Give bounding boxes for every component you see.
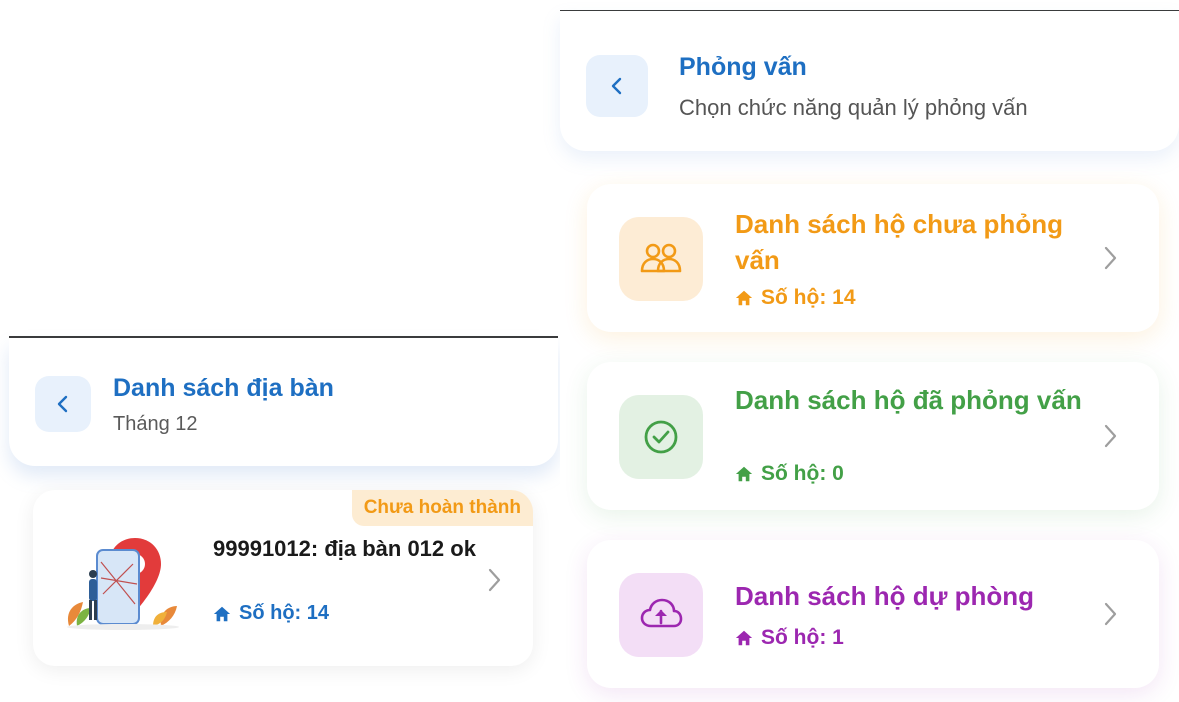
household-count-label: Số hộ: 14 (239, 602, 330, 624)
status-badge: Chưa hoàn thành (351, 490, 533, 526)
menu-label: Danh sách hộ chưa phỏng vấn (735, 209, 1063, 275)
area-list-header: Danh sách địa bàn Tháng 12 (9, 338, 558, 466)
menu-label: Danh sách hộ dự phòng (735, 581, 1035, 611)
area-name: 99991012: địa bàn 012 ok (213, 536, 476, 561)
chevron-right-icon (1104, 602, 1117, 626)
page-title: Phỏng vấn (679, 53, 807, 81)
household-count: Số hộ: 14 (735, 286, 856, 310)
users-icon (640, 243, 682, 273)
menu-item-interviewed[interactable]: Danh sách hộ đã phỏng vấn Số hộ: 0 (587, 362, 1159, 510)
home-icon (735, 630, 753, 646)
household-count-label: Số hộ: 14 (761, 286, 856, 309)
menu-item-not-interviewed[interactable]: Danh sách hộ chưa phỏng vấn Số hộ: 14 (587, 184, 1159, 332)
menu-label: Danh sách hộ đã phỏng vấn (735, 385, 1082, 415)
interview-screen: Phỏng vấn Chọn chức năng quản lý phỏng v… (560, 0, 1179, 702)
household-count: Số hộ: 1 (735, 626, 844, 650)
home-icon (735, 466, 753, 482)
home-icon (735, 290, 753, 306)
household-count-label: Số hộ: 0 (761, 462, 844, 485)
cloud-upload-icon (640, 598, 683, 628)
menu-icon-box (619, 217, 703, 301)
chevron-right-icon (1104, 424, 1117, 448)
chevron-left-icon (57, 395, 68, 413)
chevron-right-icon (1104, 246, 1117, 270)
area-list-screen: Danh sách địa bàn Tháng 12 Chưa hoàn thà… (0, 0, 558, 702)
household-count: Số hộ: 0 (735, 462, 844, 486)
menu-icon-box (619, 573, 703, 657)
household-count-label: Số hộ: 1 (761, 626, 844, 649)
map-pin-illustration (67, 538, 179, 630)
menu-item-reserve[interactable]: Danh sách hộ dự phòng Số hộ: 1 (587, 540, 1159, 688)
page-subtitle: Chọn chức năng quản lý phỏng vấn (679, 95, 1028, 120)
page-subtitle: Tháng 12 (113, 413, 198, 435)
back-button[interactable] (35, 376, 91, 432)
interview-header: Phỏng vấn Chọn chức năng quản lý phỏng v… (560, 11, 1179, 151)
page-title: Danh sách địa bàn (113, 374, 334, 402)
back-button[interactable] (586, 55, 648, 117)
area-card[interactable]: Chưa hoàn thành 99991012: địa bàn 012 ok (33, 490, 533, 666)
check-circle-icon (644, 420, 678, 454)
menu-icon-box (619, 395, 703, 479)
chevron-right-icon (488, 568, 501, 592)
chevron-left-icon (611, 77, 622, 95)
household-count: Số hộ: 14 (213, 602, 329, 625)
home-icon (213, 606, 231, 621)
